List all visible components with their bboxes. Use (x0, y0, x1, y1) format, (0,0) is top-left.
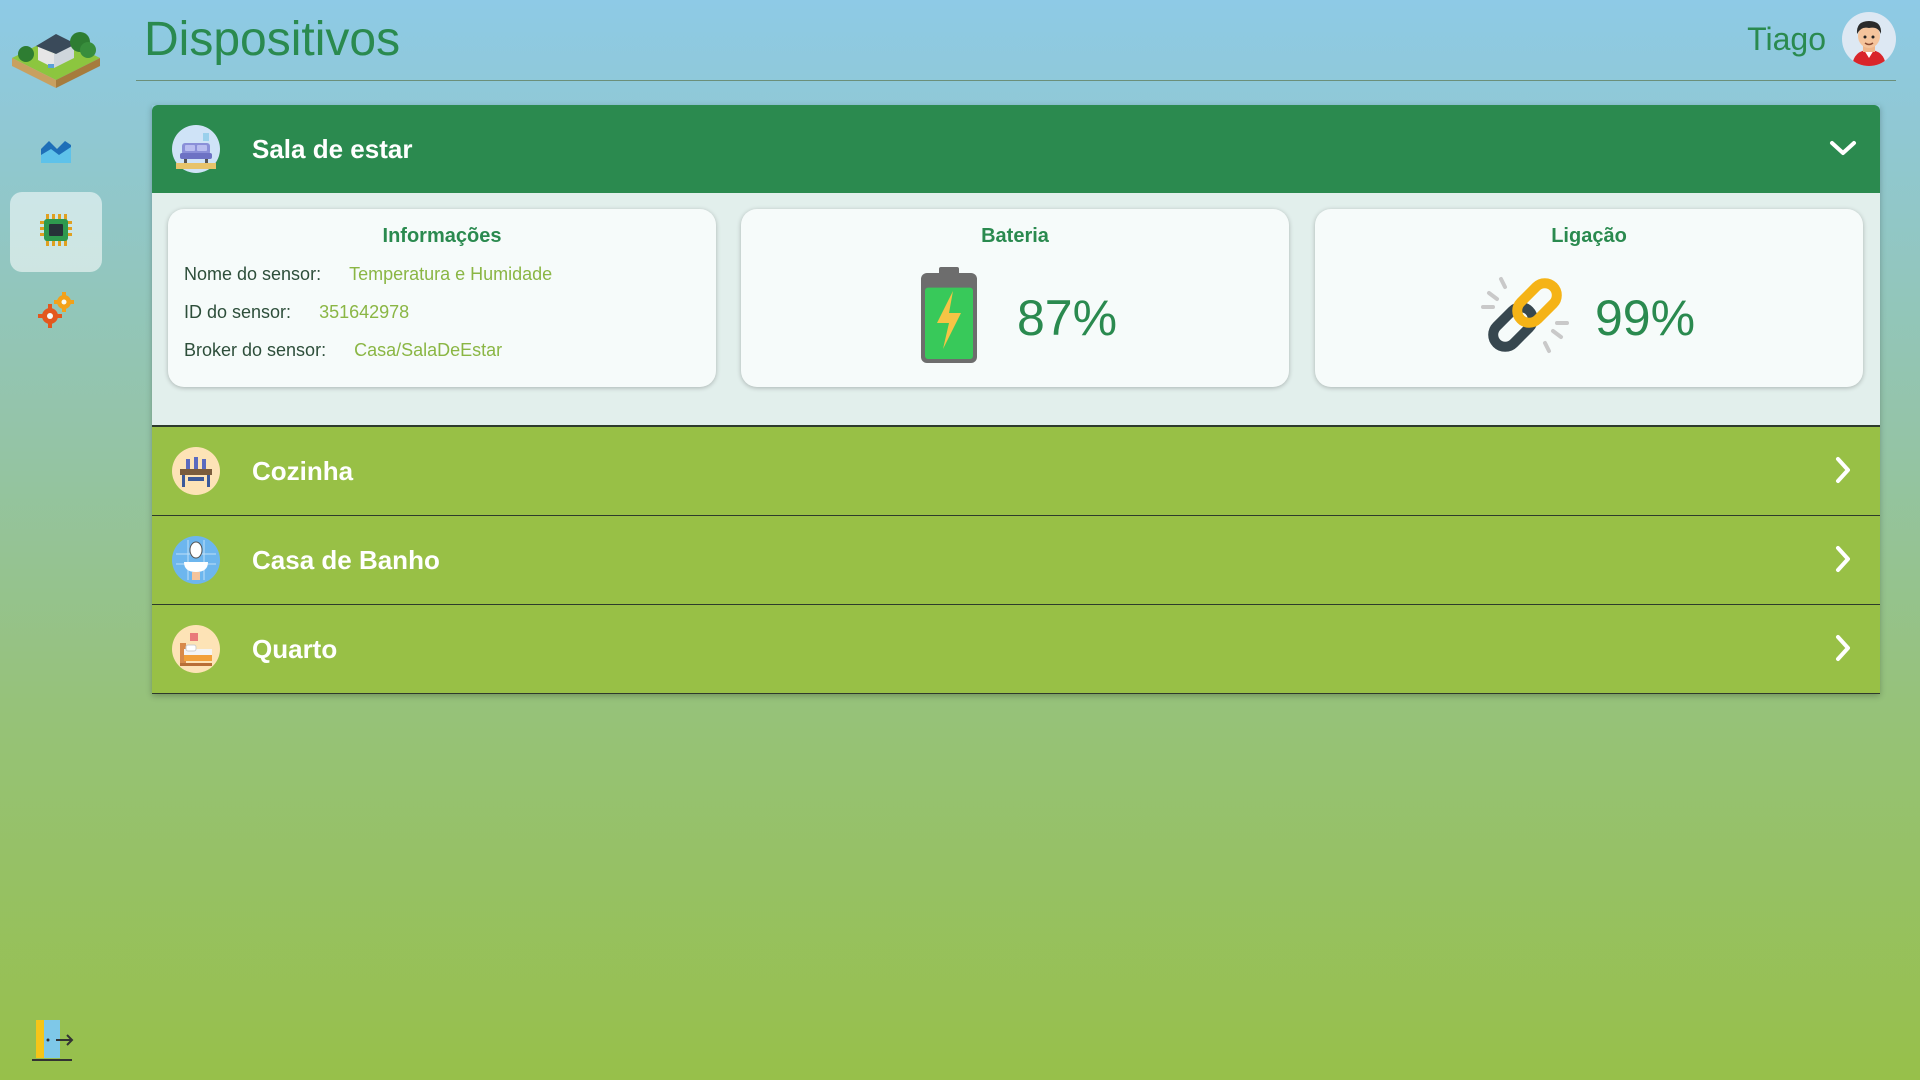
nav-devices[interactable] (10, 192, 102, 272)
battery-value: 87% (1017, 289, 1118, 346)
battery-card: Bateria 87% (741, 209, 1289, 387)
bathroom-icon (172, 536, 220, 584)
sensor-name-row: Nome do sensor: Temperatura e Humidade (184, 264, 552, 285)
room-label: Casa de Banho (252, 544, 440, 575)
room-header-casa-de-banho[interactable]: Casa de Banho (152, 516, 1880, 605)
connection-value: 99% (1595, 289, 1696, 346)
user-name: Tiago (1747, 20, 1826, 57)
logo-house-icon (8, 16, 104, 94)
sensor-id-value: 351642978 (319, 302, 410, 322)
rooms-accordion: Sala de estar Informações Nome do sensor… (152, 105, 1880, 694)
header: Dispositivos Tiago (136, 0, 1896, 81)
sensor-name-value: Temperatura e Humidade (349, 264, 553, 284)
room-label: Quarto (252, 633, 338, 664)
logout-door-icon (30, 1020, 78, 1068)
living-room-icon (172, 125, 220, 173)
chevron-right-icon[interactable] (1828, 453, 1858, 487)
sidebar (0, 0, 112, 1080)
battery-metric: 87% (919, 265, 1117, 370)
sensor-id-row: ID do sensor: 351642978 (184, 302, 409, 323)
room-header-sala-de-estar[interactable]: Sala de estar (152, 105, 1880, 193)
chevron-down-icon[interactable] (1828, 131, 1858, 165)
link-icon (1475, 265, 1575, 370)
logout-button[interactable] (30, 1016, 78, 1064)
gears-icon (36, 290, 76, 335)
broker-value: Casa/SalaDeEstar (354, 340, 503, 360)
nav-settings[interactable] (10, 272, 102, 352)
room-details-panel: Informações Nome do sensor: Temperatura e… (152, 193, 1880, 427)
page-title: Dispositivos (144, 13, 401, 66)
area-chart-icon (39, 135, 73, 170)
sensor-id-label: ID do sensor: (184, 302, 292, 322)
broker-row: Broker do sensor: Casa/SalaDeEstar (184, 340, 502, 361)
info-card: Informações Nome do sensor: Temperatura e… (168, 209, 716, 387)
user-menu[interactable]: Tiago (1747, 12, 1896, 66)
avatar[interactable] (1842, 12, 1896, 66)
sensor-name-label: Nome do sensor: (184, 264, 322, 284)
chip-icon (38, 212, 74, 253)
battery-card-title: Bateria (981, 225, 1049, 247)
connection-metric: 99% (1475, 265, 1695, 370)
broker-label: Broker do sensor: (184, 340, 327, 360)
nav-charts[interactable] (10, 112, 102, 192)
connection-card-title: Ligação (1551, 225, 1627, 247)
chevron-right-icon[interactable] (1828, 631, 1858, 665)
room-header-cozinha[interactable]: Cozinha (152, 427, 1880, 516)
connection-card: Ligação 99% (1315, 209, 1863, 387)
battery-icon (919, 265, 979, 370)
room-label: Sala de estar (252, 133, 413, 164)
chevron-right-icon[interactable] (1828, 542, 1858, 576)
kitchen-icon (172, 447, 220, 495)
info-card-title: Informações (382, 225, 502, 247)
room-header-quarto[interactable]: Quarto (152, 605, 1880, 694)
bedroom-icon (172, 625, 220, 673)
room-label: Cozinha (252, 455, 354, 486)
